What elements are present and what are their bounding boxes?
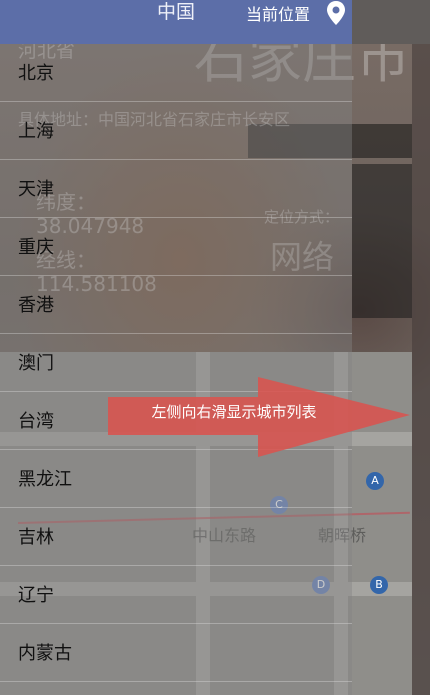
app-screen: 石家庄市 河北省 具体地址：中国河北省石家庄市长安区 纬度： 38.047948… (0, 0, 430, 695)
city-label: 台湾 (18, 411, 54, 432)
city-list-item[interactable]: 上海 (0, 102, 352, 160)
screen-edge (412, 0, 430, 695)
city-list-item[interactable]: 北京 (0, 44, 352, 102)
city-list-item[interactable]: 内蒙古 (0, 624, 352, 682)
city-list-item[interactable]: 黑龙江 (0, 450, 352, 508)
city-list-item[interactable]: 吉林 (0, 508, 352, 566)
city-label: 重庆 (18, 237, 54, 258)
city-label: 辽宁 (18, 585, 54, 606)
city-list-item[interactable]: 天津 (0, 160, 352, 218)
city-label: 吉林 (18, 527, 54, 548)
city-list-item[interactable]: 辽宁 (0, 566, 352, 624)
city-list: 北京 上海 天津 重庆 香港 澳门 台湾 黑龙江 吉林 辽宁 内蒙古 (0, 44, 352, 682)
city-label: 澳门 (18, 353, 54, 374)
city-label: 北京 (18, 63, 54, 84)
city-label: 香港 (18, 295, 54, 316)
city-label: 天津 (18, 179, 54, 200)
city-list-item[interactable]: 重庆 (0, 218, 352, 276)
map-pin-icon[interactable] (325, 0, 347, 26)
info-box-background (352, 164, 412, 318)
swipe-hint-text: 左侧向右滑显示城市列表 (151, 403, 317, 421)
city-drawer[interactable]: 北京 上海 天津 重庆 香港 澳门 台湾 黑龙江 吉林 辽宁 内蒙古 (0, 44, 352, 695)
top-bar: 中国 当前位置 (0, 0, 352, 44)
map-marker-b[interactable]: B (370, 576, 388, 594)
map-marker-a[interactable]: A (366, 472, 384, 490)
city-list-item[interactable]: 香港 (0, 276, 352, 334)
city-label: 内蒙古 (18, 643, 72, 664)
city-label: 上海 (18, 121, 54, 142)
top-bar-edge (352, 0, 430, 44)
current-location-button[interactable]: 当前位置 (246, 1, 310, 25)
city-label: 黑龙江 (18, 469, 72, 490)
